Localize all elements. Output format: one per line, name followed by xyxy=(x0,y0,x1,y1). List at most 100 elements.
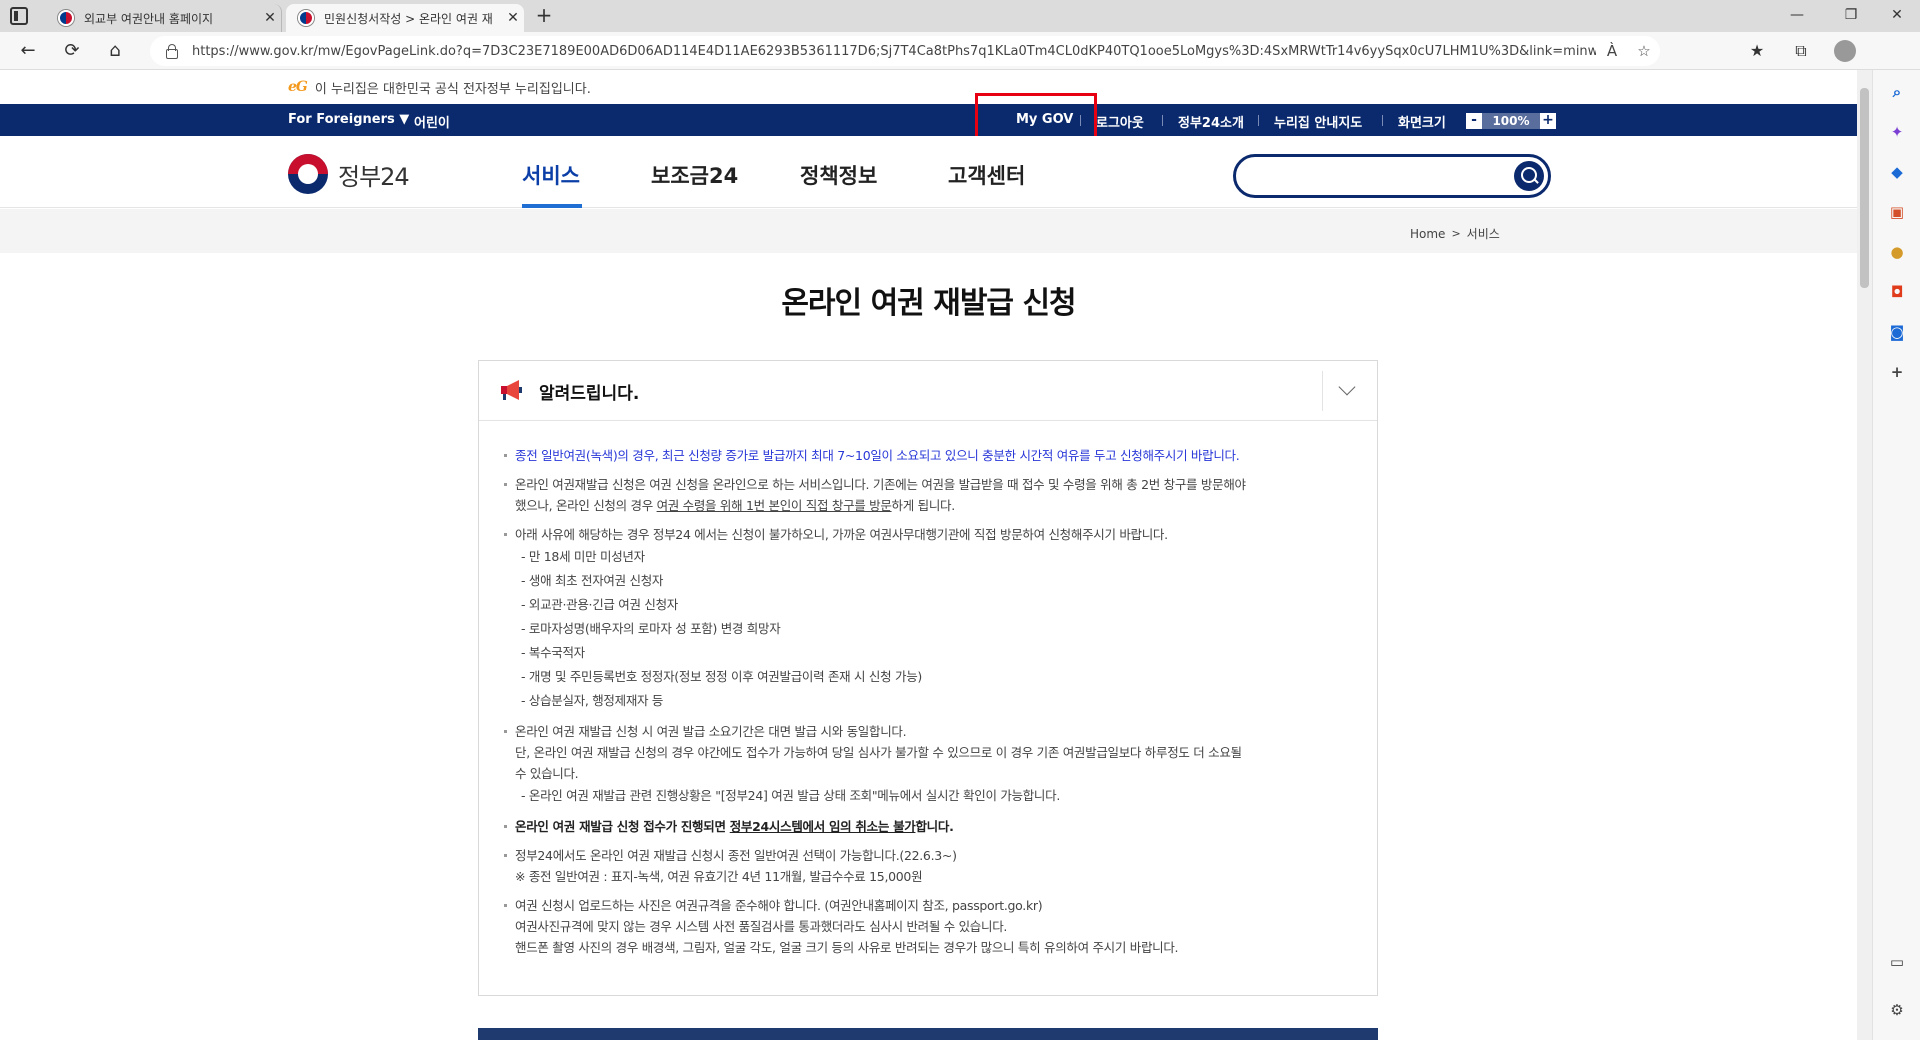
tab-title: 외교부 여권안내 홈페이지 xyxy=(84,11,214,26)
for-foreigners-link[interactable]: For Foreigners ▼ xyxy=(288,112,409,127)
favorites-icon[interactable]: ★ xyxy=(1744,40,1770,62)
back-button[interactable]: ← xyxy=(14,38,42,64)
util-separator xyxy=(1258,115,1259,126)
games-icon[interactable]: ● xyxy=(1887,242,1907,262)
site-header: 정부24 서비스 보조금24 정책정보 고객센터 xyxy=(0,136,1857,208)
search-icon[interactable] xyxy=(1514,161,1544,191)
zoom-control: - 100% + xyxy=(1466,113,1556,129)
gov24-logo[interactable]: 정부24 xyxy=(288,154,410,194)
gnb-subsidy24[interactable]: 보조금24 xyxy=(651,160,738,190)
address-bar[interactable]: https://www.gov.kr/mw/EgovPageLink.do?q=… xyxy=(150,36,1660,66)
lock-icon[interactable] xyxy=(164,44,178,59)
chevron-down-icon[interactable] xyxy=(1338,378,1356,396)
notice-header[interactable]: 알려드립니다. xyxy=(479,361,1377,421)
screen-size-label: 화면크기 xyxy=(1398,116,1446,131)
tools-briefcase-icon[interactable]: ▣ xyxy=(1887,202,1907,222)
browser-tab-passport-site[interactable]: 외교부 여권안내 홈페이지 ✕ xyxy=(46,4,282,32)
outlook-icon[interactable]: ◙ xyxy=(1887,322,1907,342)
add-sidebar-app-icon[interactable]: + xyxy=(1887,362,1907,382)
url-text[interactable]: https://www.gov.kr/mw/EgovPageLink.do?q=… xyxy=(192,44,1596,59)
notice-item-text: 온라인 여권재발급 신청은 여권 신청을 온라인으로 하는 서비스입니다. 기존… xyxy=(515,477,1246,492)
notice-underlined-text: 정부24시스템에서 임의 취소는 불가 xyxy=(729,819,916,834)
sitemap-link[interactable]: 누리집 안내지도 xyxy=(1274,112,1362,131)
address-toolbar: ← ⟳ ⌂ https://www.gov.kr/mw/EgovPageLink… xyxy=(0,32,1920,70)
edge-sidebar: ⌕ ✦ ◆ ▣ ● ◘ ◙ + ▭ ⚙ xyxy=(1872,70,1920,1040)
sidebar-layout-icon[interactable]: ▭ xyxy=(1887,952,1907,972)
zoom-in-button[interactable]: + xyxy=(1540,113,1556,129)
notice-item: 온라인 여권 재발급 신청 접수가 진행되면 정부24시스템에서 임의 취소는 … xyxy=(503,816,1353,837)
notice-subitem: - 온라인 여권 재발급 관련 진행상황은 "[정부24] 여권 발급 상태 조… xyxy=(521,788,1060,803)
logout-link[interactable]: 로그아웃 xyxy=(1096,112,1144,131)
notice-subitem: - 만 18세 미만 미성년자 xyxy=(521,549,645,564)
sidebar-settings-gear-icon[interactable]: ⚙ xyxy=(1887,1000,1907,1020)
favorite-star-icon[interactable]: ☆ xyxy=(1628,42,1660,60)
notice-item: 아래 사유에 해당하는 경우 정부24 에서는 신청이 불가하오니, 가까운 여… xyxy=(503,524,1353,713)
egov-logo-icon: eG xyxy=(288,79,308,95)
notice-item: 정부24에서도 온라인 여권 재발급 신청시 종전 일반여권 선택이 가능합니다… xyxy=(503,845,1353,887)
gnb-customer-center[interactable]: 고객센터 xyxy=(948,160,1025,190)
office-icon[interactable]: ◘ xyxy=(1887,282,1907,302)
utility-bar: For Foreigners ▼ 어린이 My GOV 로그아웃 정부24소개 … xyxy=(0,104,1857,136)
shopping-tag-icon[interactable]: ◆ xyxy=(1887,162,1907,182)
browser-tab-bar: 외교부 여권안내 홈페이지 ✕ 민원신청서작성 > 온라인 여권 재 ✕ + —… xyxy=(0,0,1920,32)
breadcrumb-separator: > xyxy=(1451,227,1461,240)
notice-subitem: - 생애 최초 전자여권 신청자 xyxy=(521,573,664,588)
profile-avatar[interactable] xyxy=(1834,40,1856,62)
notice-item: 온라인 여권재발급 신청은 여권 신청을 온라인으로 하는 서비스입니다. 기존… xyxy=(503,474,1353,516)
close-window-button[interactable]: ✕ xyxy=(1874,0,1920,32)
next-section-bar xyxy=(478,1028,1378,1040)
notice-header-divider xyxy=(1322,371,1323,411)
notice-subitem: - 복수국적자 xyxy=(521,645,585,660)
notice-item-text: 여권사진규격에 맞지 않는 경우 시스템 사전 품질검사를 통과했더라도 심사시… xyxy=(515,919,1008,934)
korea-favicon-icon xyxy=(298,10,314,26)
notice-item: 여권 신청시 업로드하는 사진은 여권규격을 준수해야 합니다. (여권안내홈페… xyxy=(503,895,1353,958)
official-site-notice-text: 이 누리집은 대한민국 공식 전자정부 누리집입니다. xyxy=(314,81,591,97)
restore-button[interactable]: ❐ xyxy=(1828,0,1874,32)
gnb-policy-info[interactable]: 정책정보 xyxy=(800,160,877,190)
notice-text-part: 했으나, 온라인 신청의 경우 xyxy=(515,498,657,513)
page-scrollbar[interactable] xyxy=(1857,70,1872,1040)
notice-item-text: 핸드폰 촬영 사진의 경우 배경색, 그림자, 얼굴 각도, 얼굴 크기 등의 … xyxy=(515,940,1179,955)
home-button[interactable]: ⌂ xyxy=(101,38,129,64)
browser-tab-gov24[interactable]: 민원신청서작성 > 온라인 여권 재 ✕ xyxy=(286,4,524,32)
kids-link[interactable]: 어린이 xyxy=(414,112,450,131)
site-search-input[interactable] xyxy=(1233,154,1551,198)
gnb-active-underline xyxy=(522,204,582,208)
gnb-services[interactable]: 서비스 xyxy=(522,160,580,190)
scrollbar-thumb[interactable] xyxy=(1860,88,1869,288)
tab-title: 민원신청서작성 > 온라인 여권 재 xyxy=(324,11,493,26)
logo-text: 정부24 xyxy=(338,162,410,191)
notice-text-part: 하게 됩니다. xyxy=(891,498,956,513)
zoom-value: 100% xyxy=(1482,113,1540,129)
read-aloud-icon[interactable]: À xyxy=(1596,42,1628,60)
util-separator xyxy=(1382,115,1383,126)
notice-title: 알려드립니다. xyxy=(539,384,640,404)
breadcrumb: Home > 서비스 xyxy=(1410,225,1500,242)
util-separator xyxy=(1162,115,1163,126)
notice-item-text: 단, 온라인 여권 재발급 신청의 경우 야간에도 접수가 가능하여 당일 심사… xyxy=(515,745,1242,760)
notice-subitem: - 개명 및 주민등록번호 정정자(정보 정정 이후 여권발급이력 존재 시 신… xyxy=(521,669,922,684)
collections-icon[interactable]: ⧉ xyxy=(1788,40,1814,62)
breadcrumb-bar: Home > 서비스 xyxy=(0,209,1857,253)
tab-close-icon[interactable]: ✕ xyxy=(502,10,524,26)
new-tab-button[interactable]: + xyxy=(532,4,556,28)
official-site-notice: eG 이 누리집은 대한민국 공식 전자정부 누리집입니다. xyxy=(288,78,591,97)
about-gov24-link[interactable]: 정부24소개 xyxy=(1178,112,1244,131)
notice-text-part: 온라인 여권 재발급 신청 접수가 진행되면 xyxy=(515,819,730,834)
web-page: eG 이 누리집은 대한민국 공식 전자정부 누리집입니다. For Forei… xyxy=(0,70,1857,1040)
minimize-button[interactable]: — xyxy=(1774,0,1820,32)
copilot-sparkle-icon[interactable]: ✦ xyxy=(1887,122,1907,142)
tab-close-icon[interactable]: ✕ xyxy=(259,10,281,26)
breadcrumb-current[interactable]: 서비스 xyxy=(1467,225,1500,242)
notice-item-text: 여권 신청시 업로드하는 사진은 여권규격을 준수해야 합니다. (여권안내홈페… xyxy=(515,898,1043,913)
notice-item-text: 아래 사유에 해당하는 경우 정부24 에서는 신청이 불가하오니, 가까운 여… xyxy=(515,527,1168,542)
search-icon[interactable]: ⌕ xyxy=(1887,82,1907,102)
reload-button[interactable]: ⟳ xyxy=(58,38,86,64)
breadcrumb-home[interactable]: Home xyxy=(1410,227,1445,241)
notice-subitem: - 상습분실자, 행정제재자 등 xyxy=(521,693,664,708)
notice-subitem: - 외교관·관용·긴급 여권 신청자 xyxy=(521,597,678,612)
notice-item-text: ※ 종전 일반여권 : 표지-녹색, 여권 유효기간 4년 11개월, 발급수수… xyxy=(515,869,923,884)
zoom-out-button[interactable]: - xyxy=(1466,113,1482,129)
tab-actions-menu-icon[interactable] xyxy=(10,7,28,25)
notice-item: 종전 일반여권(녹색)의 경우, 최근 신청량 증가로 발급까지 최대 7~10… xyxy=(503,445,1353,466)
